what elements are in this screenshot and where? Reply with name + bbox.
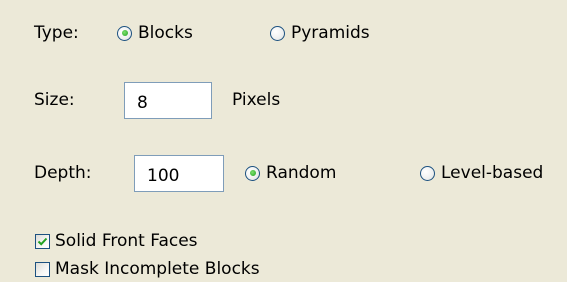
radio-blocks[interactable]: Blocks: [117, 23, 193, 43]
depth-input[interactable]: [134, 155, 224, 192]
checkbox-mask-incomplete-blocks-label: Mask Incomplete Blocks: [55, 259, 260, 279]
radio-pyramids-label: Pyramids: [291, 23, 370, 43]
checkbox-solid-front-faces[interactable]: Solid Front Faces: [35, 231, 198, 251]
radio-selected-icon: [117, 25, 132, 41]
checkbox-checked-icon: [35, 233, 50, 249]
radio-blocks-label: Blocks: [138, 23, 193, 43]
checkmark-icon: [37, 237, 48, 246]
radio-level-based[interactable]: Level-based: [420, 163, 543, 183]
radio-unselected-icon: [270, 25, 285, 41]
radio-level-based-label: Level-based: [441, 163, 544, 183]
radio-selected-icon: [245, 165, 260, 181]
size-label: Size:: [34, 90, 75, 110]
radio-random[interactable]: Random: [245, 163, 336, 183]
size-input[interactable]: [124, 82, 212, 119]
type-label: Type:: [34, 23, 79, 43]
size-unit-label: Pixels: [232, 90, 281, 110]
radio-random-label: Random: [266, 163, 337, 183]
radio-pyramids[interactable]: Pyramids: [270, 23, 370, 43]
checkbox-mask-incomplete-blocks[interactable]: Mask Incomplete Blocks: [35, 259, 260, 279]
checkbox-unchecked-icon: [35, 261, 50, 277]
radio-unselected-icon: [420, 165, 435, 181]
depth-label: Depth:: [34, 163, 92, 183]
checkbox-solid-front-faces-label: Solid Front Faces: [55, 231, 198, 251]
